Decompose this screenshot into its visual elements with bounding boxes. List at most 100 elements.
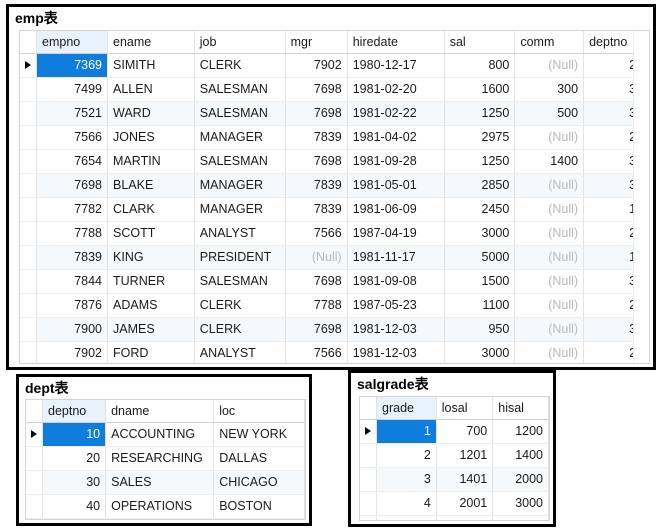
cell-empno[interactable]: 7902 — [36, 341, 109, 363]
cell-hiredate[interactable]: 1981-02-22 — [347, 101, 445, 126]
table-row[interactable]: 20 RESEARCHING DALLAS — [26, 446, 305, 471]
row-indicator-cell[interactable] — [20, 197, 37, 222]
cell-empno[interactable]: 7876 — [36, 293, 109, 318]
table-row[interactable]: 30 SALES CHICAGO — [26, 470, 305, 495]
cell-empno[interactable]: 7566 — [36, 125, 109, 150]
cell-losal[interactable]: 1201 — [436, 443, 494, 468]
cell-dname[interactable]: RESEARCHING — [105, 446, 215, 471]
emp-vertical-scrollbar[interactable] — [633, 31, 649, 363]
cell-sal[interactable]: 2450 — [444, 197, 516, 222]
row-indicator-cell[interactable] — [360, 467, 377, 492]
cell-comm[interactable]: (Null) — [514, 173, 585, 198]
cell-hiredate[interactable]: 1981-11-17 — [347, 245, 445, 270]
table-row[interactable]: 7788 SCOTT ANALYST 7566 1987-04-19 3000 (Null)… — [20, 221, 649, 246]
column-header-sal[interactable]: sal — [444, 31, 516, 54]
cell-ename[interactable]: CLARK — [107, 197, 195, 222]
cell-comm[interactable]: 300 — [514, 77, 585, 102]
cell-mgr[interactable]: 7839 — [285, 125, 348, 150]
cell-hiredate[interactable]: 1981-09-28 — [347, 149, 445, 174]
cell-loc[interactable]: BOSTON — [213, 494, 305, 519]
table-row[interactable]: 7698 BLAKE MANAGER 7839 1981-05-01 2850 (Null)… — [20, 173, 649, 198]
table-row[interactable]: 3 1401 2000 — [360, 467, 549, 492]
cell-ename[interactable]: JAMES — [107, 317, 195, 342]
row-indicator-cell[interactable] — [20, 77, 37, 102]
table-row[interactable]: 2 1201 1400 — [360, 443, 549, 468]
column-header-comm[interactable]: comm — [514, 31, 585, 54]
cell-hiredate[interactable]: 1987-04-19 — [347, 221, 445, 246]
cell-mgr[interactable]: 7839 — [285, 173, 348, 198]
cell-job[interactable]: SALESMAN — [194, 101, 286, 126]
column-header-empno[interactable]: empno — [36, 31, 109, 54]
cell-hiredate[interactable]: 1987-05-23 — [347, 293, 445, 318]
table-row[interactable]: 530015000 — [360, 515, 549, 520]
row-indicator-cell[interactable] — [20, 341, 37, 363]
cell-losal[interactable]: 2001 — [436, 491, 494, 516]
table-row[interactable]: 7876ADAMSCLERK77881987-05-231100(Null)20 — [20, 293, 649, 318]
table-row[interactable]: 7566 JONES MANAGER 7839 1981-04-02 2975 (Null)… — [20, 125, 649, 150]
column-header-hisal[interactable]: hisal — [492, 397, 549, 420]
cell-ename[interactable]: FORD — [107, 341, 195, 363]
cell-comm[interactable]: (Null) — [514, 341, 585, 363]
table-row[interactable]: 7654 MARTIN SALESMAN 7698 1981-09-28 1250 1400… — [20, 149, 649, 174]
cell-comm[interactable]: (Null) — [514, 221, 585, 246]
row-indicator-cell[interactable] — [20, 317, 37, 342]
cell-losal[interactable]: 3001 — [436, 515, 494, 520]
column-header-mgr[interactable]: mgr — [285, 31, 348, 54]
cell-sal[interactable]: 3000 — [444, 341, 516, 363]
emp-data-grid[interactable]: empno ename job mgr hiredate sal comm deptno 736… — [19, 30, 650, 364]
emp-grid-table[interactable]: empno ename job mgr hiredate sal comm deptno 736… — [20, 31, 649, 363]
cell-ename[interactable]: ALLEN — [107, 77, 195, 102]
salgrade-grid-table[interactable]: grade losal hisal 1 700 1200 2 1201 1400 3 1401 200… — [360, 397, 549, 520]
cell-deptno[interactable]: 10 — [42, 422, 107, 447]
cell-job[interactable]: ANALYST — [194, 341, 286, 363]
dept-grid-table[interactable]: deptno dname loc 10 ACCOUNTING NEW YORK 20 RESE… — [26, 400, 305, 519]
salgrade-data-grid[interactable]: grade losal hisal 1 700 1200 2 1201 1400 3 1401 200… — [359, 396, 550, 521]
cell-ename[interactable]: BLAKE — [107, 173, 195, 198]
cell-hisal[interactable]: 2000 — [492, 467, 549, 492]
cell-job[interactable]: CLERK — [194, 293, 286, 318]
column-header-loc[interactable]: loc — [213, 400, 305, 423]
cell-sal[interactable]: 3000 — [444, 221, 516, 246]
row-indicator-cell[interactable] — [20, 173, 37, 198]
dept-data-grid[interactable]: deptno dname loc 10 ACCOUNTING NEW YORK 20 RESE… — [25, 399, 306, 520]
column-header-hiredate[interactable]: hiredate — [347, 31, 445, 54]
row-indicator-cell[interactable] — [360, 419, 377, 444]
cell-empno[interactable]: 7499 — [36, 77, 109, 102]
row-indicator-cell[interactable] — [360, 515, 377, 520]
cell-job[interactable]: CLERK — [194, 317, 286, 342]
table-row[interactable]: 7902FORDANALYST75661981-12-033000(Null)2… — [20, 341, 649, 363]
cell-hiredate[interactable]: 1981-09-08 — [347, 269, 445, 294]
column-header-job[interactable]: job — [194, 31, 286, 54]
row-indicator-cell[interactable] — [26, 422, 43, 447]
cell-empno[interactable]: 7369 — [36, 53, 109, 78]
cell-loc[interactable]: CHICAGO — [213, 470, 305, 495]
cell-ename[interactable]: MARTIN — [107, 149, 195, 174]
row-indicator-cell[interactable] — [20, 245, 37, 270]
column-header-losal[interactable]: losal — [436, 397, 494, 420]
table-row[interactable]: 7782 CLARK MANAGER 7839 1981-06-09 2450 (Null)… — [20, 197, 649, 222]
cell-hisal[interactable]: 3000 — [492, 491, 549, 516]
row-indicator-cell[interactable] — [360, 491, 377, 516]
row-indicator-cell[interactable] — [26, 494, 43, 519]
cell-comm[interactable]: 1400 — [514, 149, 585, 174]
row-indicator-cell[interactable] — [20, 125, 37, 150]
cell-mgr[interactable]: 7698 — [285, 77, 348, 102]
cell-mgr[interactable]: 7566 — [285, 221, 348, 246]
cell-job[interactable]: ANALYST — [194, 221, 286, 246]
cell-dname[interactable]: SALES — [105, 470, 215, 495]
cell-comm[interactable]: (Null) — [514, 269, 585, 294]
cell-comm[interactable]: (Null) — [514, 125, 585, 150]
cell-deptno[interactable]: 20 — [42, 446, 107, 471]
cell-grade[interactable]: 4 — [376, 491, 437, 516]
cell-sal[interactable]: 1250 — [444, 149, 516, 174]
cell-deptno[interactable]: 40 — [42, 494, 107, 519]
cell-sal[interactable]: 1100 — [444, 293, 516, 318]
cell-ename[interactable]: ADAMS — [107, 293, 195, 318]
cell-mgr[interactable]: 7698 — [285, 149, 348, 174]
table-row[interactable]: 7900JAMESCLERK76981981-12-03950(Null)30 — [20, 317, 649, 342]
cell-hiredate[interactable]: 1981-12-03 — [347, 317, 445, 342]
cell-sal[interactable]: 1600 — [444, 77, 516, 102]
table-row[interactable]: 7499ALLENSALESMAN76981981-02-20160030030 — [20, 77, 649, 102]
row-indicator-cell[interactable] — [20, 269, 37, 294]
row-indicator-cell[interactable] — [20, 221, 37, 246]
